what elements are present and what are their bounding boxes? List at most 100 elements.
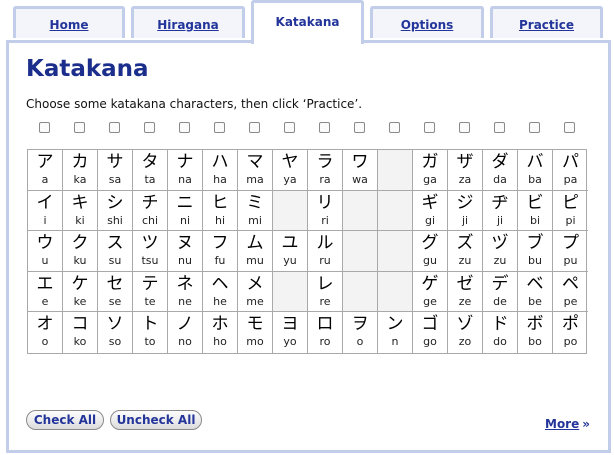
column-checkbox-row <box>27 122 587 138</box>
column-checkbox[interactable] <box>39 122 50 133</box>
kana-cell: ユ yu <box>273 231 308 272</box>
tab-practice[interactable]: Practice <box>490 6 603 38</box>
romaji-label: n <box>391 335 399 349</box>
column-checkbox[interactable] <box>494 122 505 133</box>
romaji-label: ku <box>73 254 87 268</box>
kana-character: ザ <box>456 152 474 172</box>
romaji-label: u <box>41 254 49 268</box>
column-checkbox[interactable] <box>109 122 120 133</box>
kana-character: ソ <box>106 314 124 335</box>
kana-character: ア <box>36 152 54 172</box>
romaji-label: ze <box>458 294 472 308</box>
romaji-label: yu <box>283 254 297 268</box>
column-checkbox[interactable] <box>389 122 400 133</box>
romaji-label: ma <box>246 173 264 186</box>
kana-cell: ズ zu <box>448 231 483 272</box>
romaji-label: no <box>178 335 192 349</box>
romaji-label: ge <box>423 294 437 308</box>
kana-character: ナ <box>176 152 194 172</box>
kana-character: ヌ <box>176 233 194 254</box>
romaji-label: mo <box>246 335 264 349</box>
column-checkbox[interactable] <box>459 122 470 133</box>
check-all-button[interactable]: Check All <box>26 410 104 430</box>
kana-character: ミ <box>246 192 264 213</box>
empty-cell <box>378 190 413 232</box>
kana-character: ギ <box>421 192 439 213</box>
kana-character: ハ <box>211 152 229 172</box>
kana-cell: サ sa <box>98 150 133 191</box>
column-checkbox[interactable] <box>249 122 260 133</box>
column-checkbox[interactable] <box>144 122 155 133</box>
romaji-label: ha <box>213 173 227 186</box>
kana-character: ポ <box>562 314 579 335</box>
tab-katakana[interactable]: Katakana <box>251 0 364 44</box>
column-checkbox[interactable] <box>424 122 435 133</box>
column-checkbox[interactable] <box>319 122 330 133</box>
kana-character: ゼ <box>456 273 474 294</box>
kana-character: カ <box>71 152 89 172</box>
romaji-label: yo <box>283 335 297 349</box>
kana-character: ボ <box>526 314 544 335</box>
romaji-label: do <box>493 335 507 349</box>
romaji-label: ra <box>319 173 331 186</box>
romaji-label: su <box>108 254 122 268</box>
kana-cell: プ pu <box>553 231 588 272</box>
kana-cell: チ chi <box>133 190 168 232</box>
tab-hiragana-label[interactable]: Hiragana <box>157 18 219 32</box>
kana-character: ウ <box>36 233 54 254</box>
tab-hiragana[interactable]: Hiragana <box>131 6 245 38</box>
romaji-label: a <box>41 173 49 186</box>
kana-character: ク <box>71 233 89 254</box>
kana-character: モ <box>246 314 264 335</box>
kana-character: デ <box>491 273 509 294</box>
tab-options-label[interactable]: Options <box>401 18 454 32</box>
katakana-grid: ア a イ i ウ u エ e オ o カ ka キ ki ク ku ケ ke コ ko サ sa シ shi ス su セ se ソ s… <box>27 149 588 354</box>
column-checkbox[interactable] <box>354 122 365 133</box>
kana-cell: ポ po <box>553 312 588 353</box>
romaji-label: te <box>144 294 156 308</box>
romaji-label: o <box>356 335 364 349</box>
romaji-label: wa <box>352 173 368 186</box>
kana-character: ペ <box>562 273 579 294</box>
column-checkbox[interactable] <box>74 122 85 133</box>
kana-cell: ヲo <box>343 312 378 353</box>
tab-home[interactable]: Home <box>13 6 125 38</box>
kana-cell: ミ mi <box>238 190 273 232</box>
kana-character: セ <box>106 273 124 294</box>
kana-character: メ <box>246 273 264 294</box>
column-checkbox[interactable] <box>179 122 190 133</box>
kana-cell: ノ no <box>168 312 203 353</box>
kana-cell: カ ka <box>63 150 98 191</box>
romaji-label: ru <box>319 254 331 268</box>
column-checkbox[interactable] <box>284 122 295 133</box>
kana-character: ジ <box>456 192 474 213</box>
kana-character: ニ <box>176 192 194 213</box>
kana-character: テ <box>141 273 159 294</box>
column-checkbox[interactable] <box>214 122 225 133</box>
kana-cell: ム mu <box>238 231 273 272</box>
kana-cell: ト to <box>133 312 168 353</box>
kana-cell: マ ma <box>238 150 273 191</box>
romaji-label: pi <box>565 213 576 227</box>
kana-cell: アa <box>28 150 63 191</box>
kana-cell: フ fu <box>203 231 238 272</box>
tab-home-label[interactable]: Home <box>50 18 89 32</box>
romaji-label: mu <box>246 254 264 268</box>
tab-options[interactable]: Options <box>370 6 484 38</box>
column-checkbox[interactable] <box>529 122 540 133</box>
more-link-label[interactable]: More <box>545 417 579 431</box>
page-title: Katakana <box>26 56 149 82</box>
kana-character: ワ <box>351 152 369 172</box>
romaji-label: o <box>41 335 49 349</box>
tab-practice-label[interactable]: Practice <box>519 18 574 32</box>
uncheck-all-button[interactable]: Uncheck All <box>110 410 202 430</box>
romaji-label: da <box>493 173 507 186</box>
more-link[interactable]: More» <box>545 417 590 431</box>
romaji-label: ka <box>73 173 87 186</box>
kana-character: ケ <box>71 273 89 294</box>
kana-cell: ゴ go <box>413 312 448 353</box>
kana-character: ル <box>316 233 334 254</box>
kana-character: ヲ <box>351 314 369 335</box>
column-checkbox[interactable] <box>564 122 575 133</box>
kana-cell: ゾ zo <box>448 312 483 353</box>
